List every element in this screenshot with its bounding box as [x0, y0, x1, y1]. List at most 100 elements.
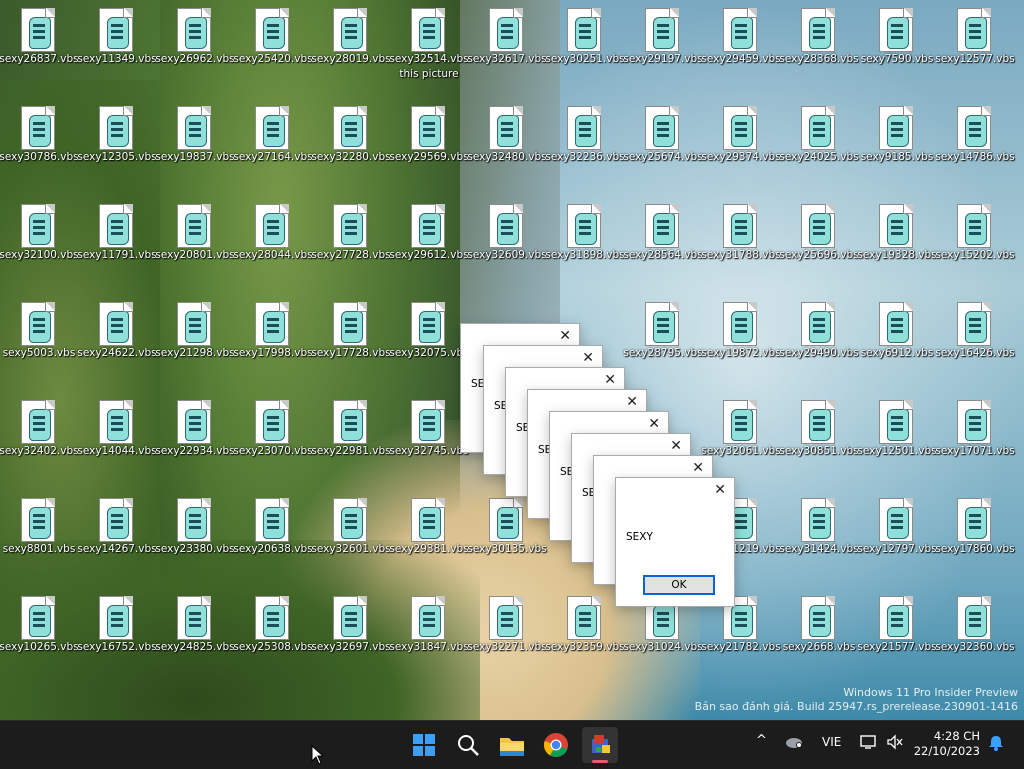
- desktop-icon-vbs[interactable]: sexy32360.vbs: [935, 588, 1015, 684]
- desktop-icon-vbs[interactable]: sexy28019.vbs: [311, 0, 391, 96]
- desktop-icon-vbs[interactable]: sexy28044.vbs: [233, 196, 313, 292]
- ok-button[interactable]: OK: [643, 575, 715, 595]
- desktop-icon-vbs[interactable]: sexy32480.vbs: [467, 98, 547, 194]
- search-button[interactable]: [450, 727, 486, 763]
- desktop-icon-vbs[interactable]: sexy21577.vbs: [857, 588, 937, 684]
- desktop-icon-vbs[interactable]: sexy19328.vbs: [857, 196, 937, 292]
- desktop-icon-vbs[interactable]: sexy31788.vbs: [701, 196, 781, 292]
- volume-muted-icon[interactable]: [886, 734, 904, 753]
- desktop-icon-vbs[interactable]: sexy17071.vbs: [935, 392, 1015, 488]
- desktop-icon-vbs[interactable]: sexy29374.vbs: [701, 98, 781, 194]
- desktop-icon-vbs[interactable]: sexy24025.vbs: [779, 98, 859, 194]
- desktop-icon-vbs[interactable]: sexy28368.vbs: [779, 0, 859, 96]
- close-icon[interactable]: ✕: [714, 482, 726, 498]
- desktop-icon-vbs[interactable]: sexy32236.vbs: [545, 98, 625, 194]
- close-icon[interactable]: ✕: [559, 328, 571, 344]
- desktop-icon-vbs[interactable]: sexy20801.vbs: [155, 196, 235, 292]
- desktop-icon-vbs[interactable]: sexy9185.vbs: [858, 98, 936, 194]
- desktop-icon-vbs[interactable]: sexy23070.vbs: [233, 392, 313, 488]
- desktop-icon-vbs[interactable]: sexy29612.vbs: [389, 196, 469, 292]
- desktop-icon-vbs[interactable]: sexy32697.vbs: [311, 588, 391, 684]
- desktop-icon-vbs[interactable]: sexy10265.vbs: [0, 588, 79, 684]
- desktop-icon-vbs[interactable]: sexy32601.vbs: [311, 490, 391, 586]
- desktop-icon-vbs[interactable]: sexy7590.vbs: [858, 0, 936, 96]
- desktop-icon-vbs[interactable]: sexy25420.vbs: [233, 0, 313, 96]
- desktop-icon-vbs[interactable]: sexy6912.vbs: [858, 294, 936, 390]
- desktop-icon-vbs[interactable]: sexy32402.vbs: [0, 392, 79, 488]
- desktop-icon-vbs[interactable]: sexy21298.vbs: [155, 294, 235, 390]
- desktop-icon-vbs[interactable]: sexy32359.vbs: [545, 588, 625, 684]
- desktop-icon-vbs[interactable]: sexy31847.vbs: [389, 588, 469, 684]
- notification-bell-icon[interactable]: [988, 735, 1004, 754]
- desktop-icon-vbs[interactable]: sexy16752.vbs: [77, 588, 157, 684]
- desktop-icon-vbs[interactable]: sexy24825.vbs: [155, 588, 235, 684]
- close-icon[interactable]: ✕: [582, 350, 594, 366]
- desktop-icon-vbs[interactable]: sexy32271.vbs: [467, 588, 547, 684]
- desktop-icon-vbs[interactable]: sexy14267.vbs: [77, 490, 157, 586]
- file-explorer-button[interactable]: [494, 727, 530, 763]
- desktop-icon-vbs[interactable]: sexy17860.vbs: [935, 490, 1015, 586]
- desktop-icon-vbs[interactable]: sexy26837.vbs: [0, 0, 79, 96]
- desktop-icon-vbs[interactable]: sexy31898.vbs: [545, 196, 625, 292]
- desktop-icon-vbs[interactable]: sexy32617.vbs: [467, 0, 547, 96]
- desktop-icon-vbs[interactable]: sexy27728.vbs: [311, 196, 391, 292]
- desktop-icon-vbs[interactable]: sexy12501.vbs: [857, 392, 937, 488]
- desktop-icon-vbs[interactable]: sexy23380.vbs: [155, 490, 235, 586]
- close-icon[interactable]: ✕: [604, 372, 616, 388]
- close-icon[interactable]: ✕: [670, 438, 682, 454]
- desktop-icon-vbs[interactable]: sexy11349.vbs: [77, 0, 157, 96]
- desktop-icon-vbs[interactable]: sexy27164.vbs: [233, 98, 313, 194]
- onedrive-icon[interactable]: [785, 735, 803, 752]
- desktop-icon-vbs[interactable]: sexy22981.vbs: [311, 392, 391, 488]
- desktop-icon-vbs[interactable]: sexy26962.vbs: [155, 0, 235, 96]
- language-indicator[interactable]: VIE: [822, 735, 841, 749]
- clock[interactable]: 4:28 CH 22/10/2023: [914, 729, 980, 759]
- desktop-icon-vbs[interactable]: sexy32280.vbs: [311, 98, 391, 194]
- desktop-icon-vbs[interactable]: sexy29459.vbs: [701, 0, 781, 96]
- start-button[interactable]: [406, 727, 442, 763]
- desktop-icon-vbs[interactable]: sexy32609.vbs: [467, 196, 547, 292]
- desktop-icon-vbs[interactable]: sexy20638.vbs: [233, 490, 313, 586]
- desktop-icon-vbs[interactable]: sexy14786.vbs: [935, 98, 1015, 194]
- desktop-icon-vbs[interactable]: sexy17728.vbs: [311, 294, 391, 390]
- desktop-icon-vbs[interactable]: sexy32075.vbs: [389, 294, 469, 390]
- desktop-icon-vbs[interactable]: sexy30786.vbs: [0, 98, 79, 194]
- desktop-icon-vbs[interactable]: sexy32745.vbs: [389, 392, 469, 488]
- desktop-icon-vbs[interactable]: sexy19837.vbs: [155, 98, 235, 194]
- desktop-icon-vbs[interactable]: sexy28795.vbs: [623, 294, 703, 390]
- desktop-icon-vbs[interactable]: sexy14044.vbs: [77, 392, 157, 488]
- desktop-icon-vbs[interactable]: sexy29490.vbs: [779, 294, 859, 390]
- desktop-icon-vbs[interactable]: sexy15202.vbs: [935, 196, 1015, 292]
- desktop-icon-vbs[interactable]: sexy12797.vbs: [857, 490, 937, 586]
- close-icon[interactable]: ✕: [692, 460, 704, 476]
- desktop-icon-vbs[interactable]: sexy17998.vbs: [233, 294, 313, 390]
- chrome-button[interactable]: [538, 727, 574, 763]
- desktop-icon-vbs[interactable]: sexy32514.vbs this picture: [389, 0, 469, 96]
- network-icon[interactable]: [860, 734, 878, 753]
- message-box-front[interactable]: ✕ SEXY OK: [615, 477, 735, 607]
- desktop-icon-vbs[interactable]: sexy28564.vbs: [623, 196, 703, 292]
- desktop-icon-vbs[interactable]: sexy8801.vbs: [0, 490, 78, 586]
- desktop-icon-vbs[interactable]: sexy22934.vbs: [155, 392, 235, 488]
- desktop-icon-vbs[interactable]: sexy12305.vbs: [77, 98, 157, 194]
- desktop-icon-vbs[interactable]: sexy30851.vbs: [779, 392, 859, 488]
- show-hidden-icons[interactable]: ^: [756, 733, 767, 748]
- desktop-icon-vbs[interactable]: sexy25674.vbs: [623, 98, 703, 194]
- desktop-icon-vbs[interactable]: sexy29197.vbs: [623, 0, 703, 96]
- desktop-icon-vbs[interactable]: sexy5003.vbs: [0, 294, 78, 390]
- desktop-icon-vbs[interactable]: sexy29569.vbs: [389, 98, 469, 194]
- desktop-icon-vbs[interactable]: sexy12577.vbs: [935, 0, 1015, 96]
- desktop-icon-vbs[interactable]: sexy19872.vbs: [701, 294, 781, 390]
- desktop-icon-vbs[interactable]: sexy30251.vbs: [545, 0, 625, 96]
- close-icon[interactable]: ✕: [626, 394, 638, 410]
- desktop-icon-vbs[interactable]: sexy25308.vbs: [233, 588, 313, 684]
- desktop-icon-vbs[interactable]: sexy11791.vbs: [77, 196, 157, 292]
- desktop-icon-vbs[interactable]: sexy32061.vbs: [701, 392, 781, 488]
- script-host-button[interactable]: [582, 727, 618, 763]
- desktop-icon-vbs[interactable]: sexy24622.vbs: [77, 294, 157, 390]
- desktop-icon-vbs[interactable]: sexy31424.vbs: [779, 490, 859, 586]
- desktop-icon-vbs[interactable]: sexy32100.vbs: [0, 196, 79, 292]
- close-icon[interactable]: ✕: [648, 416, 660, 432]
- desktop-icon-vbs[interactable]: sexy2668.vbs: [780, 588, 858, 684]
- desktop-icon-vbs[interactable]: sexy29381.vbs: [389, 490, 469, 586]
